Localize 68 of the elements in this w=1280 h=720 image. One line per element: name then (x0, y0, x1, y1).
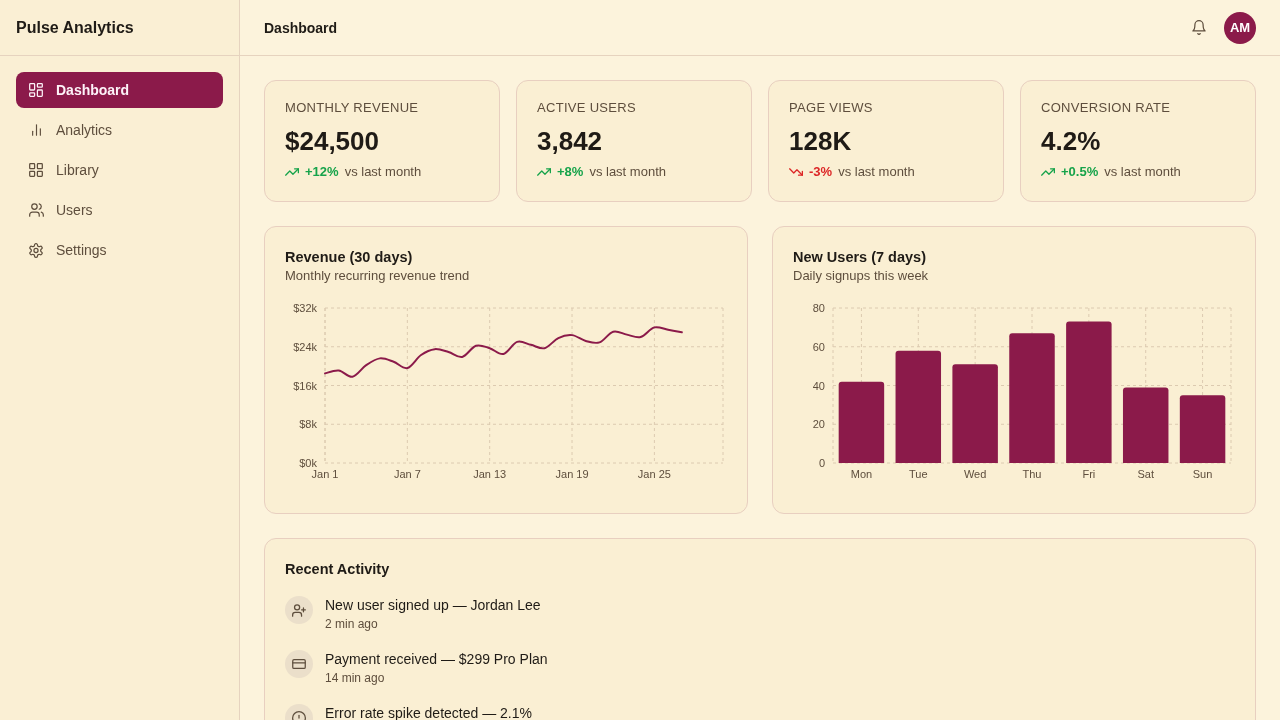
user-avatar[interactable]: AM (1224, 11, 1256, 44)
nav-item[interactable]: Library (16, 152, 223, 188)
axis-label: Jan 25 (637, 468, 671, 480)
credit-card-icon (285, 650, 313, 678)
axis-label: $32k (293, 302, 317, 314)
activity-text: Error rate spike detected — 2.1% (325, 704, 532, 720)
axis-label: 0 (818, 457, 825, 469)
nav-item[interactable]: Analytics (16, 112, 223, 148)
activity-time: 14 min ago (325, 670, 386, 686)
user-plus-icon (285, 596, 313, 624)
stat-note: vs last month (344, 164, 422, 180)
stat-value: 128K (789, 125, 853, 157)
axis-label: Wed (963, 468, 987, 480)
chart-subtitle: Monthly recurring revenue trend (285, 267, 471, 285)
axis-label: 40 (812, 379, 825, 392)
axis-label: $0k (299, 457, 317, 469)
axis-label: Jan 13 (473, 468, 507, 480)
axis-label: Sun (1192, 468, 1213, 480)
axis-label: Jan 19 (555, 468, 589, 480)
bell-icon[interactable] (1192, 20, 1206, 35)
axis-label: $16k (293, 379, 317, 392)
stat-note: vs last month (1104, 164, 1181, 180)
axis-label: Sat (1137, 468, 1154, 480)
stat-value: 3,842 (537, 125, 604, 157)
trend-up-icon (285, 168, 299, 176)
activity-title: Recent Activity (285, 560, 391, 579)
nav-item[interactable]: Dashboard (16, 72, 223, 108)
axis-label: Tue (909, 468, 928, 480)
nav-item[interactable]: Settings (16, 232, 223, 268)
nav-item[interactable]: Users (16, 192, 223, 228)
stat-value: $24,500 (285, 125, 380, 157)
stat-change: +8% (557, 164, 584, 180)
axis-label: Mon (850, 468, 873, 480)
page-title: Dashboard (264, 19, 339, 36)
stat-change: +12% (305, 164, 339, 180)
activity-text: Payment received — $299 Pro Plan (325, 650, 548, 668)
axis-label: Fri (1082, 468, 1096, 480)
trend-down-icon (789, 168, 803, 176)
stat-label: ACTIVE USERS (537, 100, 637, 116)
stat-change: -3% (809, 164, 833, 180)
activity-time: 2 min ago (325, 616, 379, 632)
axis-label: Thu (1022, 468, 1042, 480)
stat-note: vs last month (589, 164, 666, 180)
stat-label: CONVERSION RATE (1041, 100, 1172, 116)
trend-up-icon (537, 168, 551, 176)
app-title: Pulse Analytics (16, 18, 134, 37)
stat-change: +0.5% (1061, 164, 1099, 180)
axis-label: $24k (293, 340, 317, 353)
chart-subtitle: Daily signups this week (793, 267, 930, 285)
chart-title: New Users (7 days) (793, 248, 927, 267)
trend-up-icon (1041, 168, 1055, 176)
axis-label: Jan 1 (311, 468, 339, 480)
stat-note: vs last month (838, 164, 915, 180)
stat-label: MONTHLY REVENUE (285, 100, 420, 116)
bar-chart-icon (31, 124, 41, 136)
activity-text: New user signed up — Jordan Lee (325, 596, 541, 614)
axis-label: Jan 7 (393, 468, 421, 480)
axis-label: 80 (812, 302, 825, 314)
axis-label: $8k (299, 418, 317, 431)
stat-value: 4.2% (1041, 125, 1102, 157)
dashboard-icon (29, 83, 43, 97)
stat-label: PAGE VIEWS (789, 100, 874, 116)
users-icon (28, 203, 44, 217)
chart-title: Revenue (30 days) (285, 248, 414, 267)
axis-label: 60 (812, 340, 825, 353)
axis-label: 20 (812, 418, 825, 431)
settings-icon (29, 242, 43, 258)
grid-icon (29, 163, 43, 177)
